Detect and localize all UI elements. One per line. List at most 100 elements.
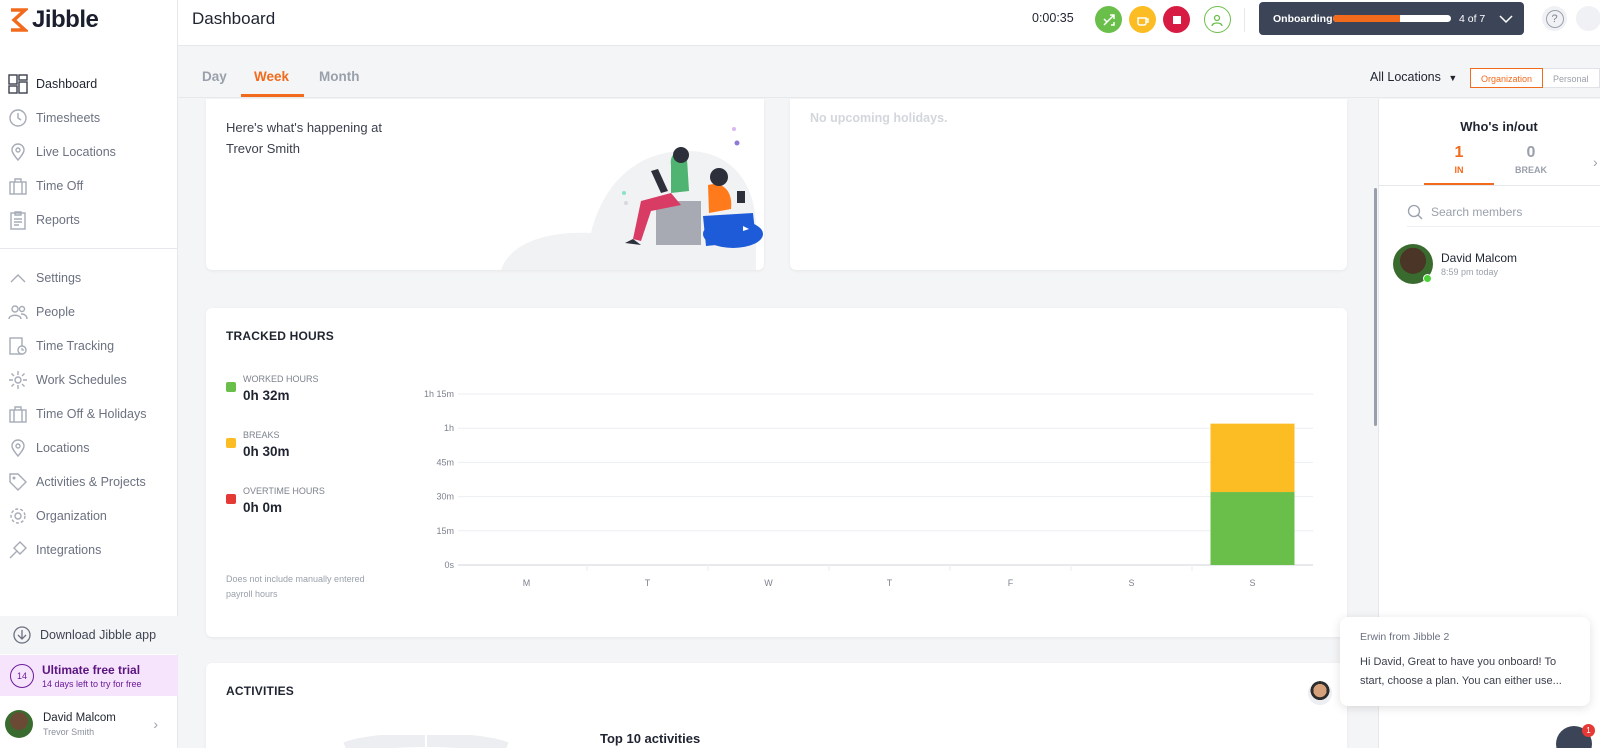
download-label: Download Jibble app xyxy=(40,628,157,642)
break-button[interactable] xyxy=(1129,6,1156,33)
tab-day[interactable]: Day xyxy=(202,69,227,84)
avatar xyxy=(5,710,33,738)
chevron-right-icon[interactable]: › xyxy=(1593,154,1598,170)
in-count: 1 xyxy=(1454,144,1464,161)
toggle-organization[interactable]: Organization xyxy=(1470,68,1544,88)
clock-out-button[interactable] xyxy=(1163,6,1190,33)
time-tracking-icon xyxy=(8,336,28,356)
y-tick-label: 0s xyxy=(444,560,454,570)
chat-message: Hi David, Great to have you onboard! To … xyxy=(1360,656,1562,687)
gear-icon xyxy=(8,506,28,526)
x-tick-label: F xyxy=(1008,578,1014,588)
x-tick-label: W xyxy=(764,578,773,588)
chevron-up-icon xyxy=(8,268,28,288)
y-tick-label: 30m xyxy=(436,492,454,502)
sidebar-item-reports[interactable]: Reports xyxy=(0,203,178,237)
bar-segment xyxy=(1210,423,1295,493)
x-tick-label: T xyxy=(887,578,893,588)
in-label: IN xyxy=(1454,165,1464,175)
break-count: 0 xyxy=(1526,144,1536,161)
avatar xyxy=(1393,244,1433,284)
trial-title: Ultimate free trial xyxy=(42,662,141,677)
sidebar-item-time-off-holidays[interactable]: Time Off & Holidays xyxy=(0,397,178,431)
chevron-down-icon xyxy=(1499,11,1513,27)
locations-label: All Locations xyxy=(1370,70,1441,84)
help-button[interactable]: ? xyxy=(1542,6,1567,31)
tag-icon xyxy=(8,472,28,492)
chat-sender: Erwin from Jibble 2 xyxy=(1360,631,1450,643)
toolbar-divider xyxy=(1244,8,1245,32)
panel-divider xyxy=(1379,185,1600,186)
user-organization: Trevor Smith xyxy=(43,726,95,737)
sidebar-item-label: Live Locations xyxy=(36,145,116,159)
sidebar-item-label: Work Schedules xyxy=(36,373,127,387)
sidebar-item-organization[interactable]: Organization xyxy=(0,499,178,533)
activities-donut-chart xyxy=(343,735,509,748)
whos-in-out-title: Who's in/out xyxy=(1460,119,1538,134)
break-label: BREAK xyxy=(1514,165,1547,175)
locations-dropdown[interactable]: All Locations ▼ xyxy=(1370,70,1457,84)
trial-days-badge: 14 xyxy=(10,663,34,688)
x-tick-label: S xyxy=(1249,578,1255,588)
sidebar-item-live-locations[interactable]: Live Locations xyxy=(0,135,178,169)
onboarding-label: Onboarding xyxy=(1273,12,1333,25)
tab-break[interactable]: 0 BREAK xyxy=(1496,144,1566,175)
plug-icon xyxy=(8,540,28,560)
sidebar-item-label: Time Off & Holidays xyxy=(36,407,147,421)
tab-month[interactable]: Month xyxy=(319,69,359,84)
sidebar-item-label: Integrations xyxy=(36,543,102,557)
period-tabs-bar: Day Week Month All Locations ▼ Organizat… xyxy=(178,46,1600,98)
sidebar-item-label: Settings xyxy=(36,271,82,285)
jibble-logo[interactable]: Jibble xyxy=(8,6,99,34)
top-bar: Dashboard 0:00:35 Onboarding 4 of 7 ? xyxy=(178,0,1600,46)
member-list-item[interactable]: David Malcom 8:59 pm today xyxy=(1393,244,1517,284)
location-pin-icon xyxy=(8,142,28,162)
sidebar-item-activities-projects[interactable]: Activities & Projects xyxy=(0,465,178,499)
sidebar-item-work-schedules[interactable]: Work Schedules xyxy=(0,363,178,397)
toggle-personal[interactable]: Personal xyxy=(1543,68,1600,88)
sidebar-item-timesheets[interactable]: Timesheets xyxy=(0,101,178,135)
sidebar-item-settings[interactable]: Settings xyxy=(0,261,178,295)
jibble-logo-icon xyxy=(11,8,28,32)
download-app-button[interactable]: Download Jibble app xyxy=(0,616,178,654)
sidebar-item-dashboard[interactable]: Dashboard xyxy=(0,67,178,101)
chat-message-popup[interactable]: Erwin from Jibble 2 Hi David, Great to h… xyxy=(1340,617,1590,706)
member-time: 8:59 pm today xyxy=(1441,267,1499,277)
search-members-input[interactable] xyxy=(1431,204,1581,219)
tab-week[interactable]: Week xyxy=(254,69,289,84)
sidebar-item-label: Dashboard xyxy=(36,77,98,91)
clock-timer: 0:00:35 xyxy=(1032,11,1074,25)
clock-icon xyxy=(8,108,28,128)
coffee-cup-icon xyxy=(1136,16,1149,26)
x-tick-label: S xyxy=(1128,578,1134,588)
sidebar-item-label: Timesheets xyxy=(36,111,101,125)
sidebar-item-label: Locations xyxy=(36,441,90,455)
tracked-hours-card: TRACKED HOURS WORKED HOURS 0h 32m BREAKS… xyxy=(206,308,1347,637)
sidebar-item-label: Time Tracking xyxy=(36,339,115,353)
switch-activity-button[interactable] xyxy=(1095,6,1122,33)
suitcase-icon xyxy=(8,404,28,424)
scrollbar[interactable] xyxy=(1374,188,1377,426)
schedule-icon xyxy=(8,370,28,390)
notifications-button[interactable] xyxy=(1576,6,1600,31)
welcome-text: Here's what's happening at Trevor Smith xyxy=(226,120,383,156)
holidays-card: No upcoming holidays. xyxy=(790,99,1347,270)
sidebar-item-time-tracking[interactable]: Time Tracking xyxy=(0,329,178,363)
active-tab-indicator xyxy=(241,94,304,97)
clipboard-icon xyxy=(8,210,28,230)
free-trial-banner[interactable]: 14 Ultimate free trial 14 days left to t… xyxy=(0,655,178,696)
people-icon xyxy=(8,302,28,322)
tracked-hours-chart: 0s 15m 30m 45m 1h 1h 15m M T W T F S S xyxy=(424,389,1313,588)
tab-in[interactable]: 1 IN xyxy=(1424,144,1494,175)
onboarding-progress[interactable]: Onboarding 4 of 7 xyxy=(1259,2,1524,35)
sidebar-item-people[interactable]: People xyxy=(0,295,178,329)
y-tick-label: 1h 15m xyxy=(424,389,454,399)
sidebar-item-integrations[interactable]: Integrations xyxy=(0,533,178,567)
bar-segment xyxy=(1210,492,1295,565)
top-activities-title: Top 10 activities xyxy=(600,731,701,746)
sidebar-item-locations[interactable]: Locations xyxy=(0,431,178,465)
user-check-icon xyxy=(1210,14,1223,26)
user-profile-menu[interactable]: David Malcom Trevor Smith › xyxy=(0,700,178,748)
clock-in-member-button[interactable] xyxy=(1204,6,1231,33)
sidebar-item-time-off[interactable]: Time Off xyxy=(0,169,178,203)
